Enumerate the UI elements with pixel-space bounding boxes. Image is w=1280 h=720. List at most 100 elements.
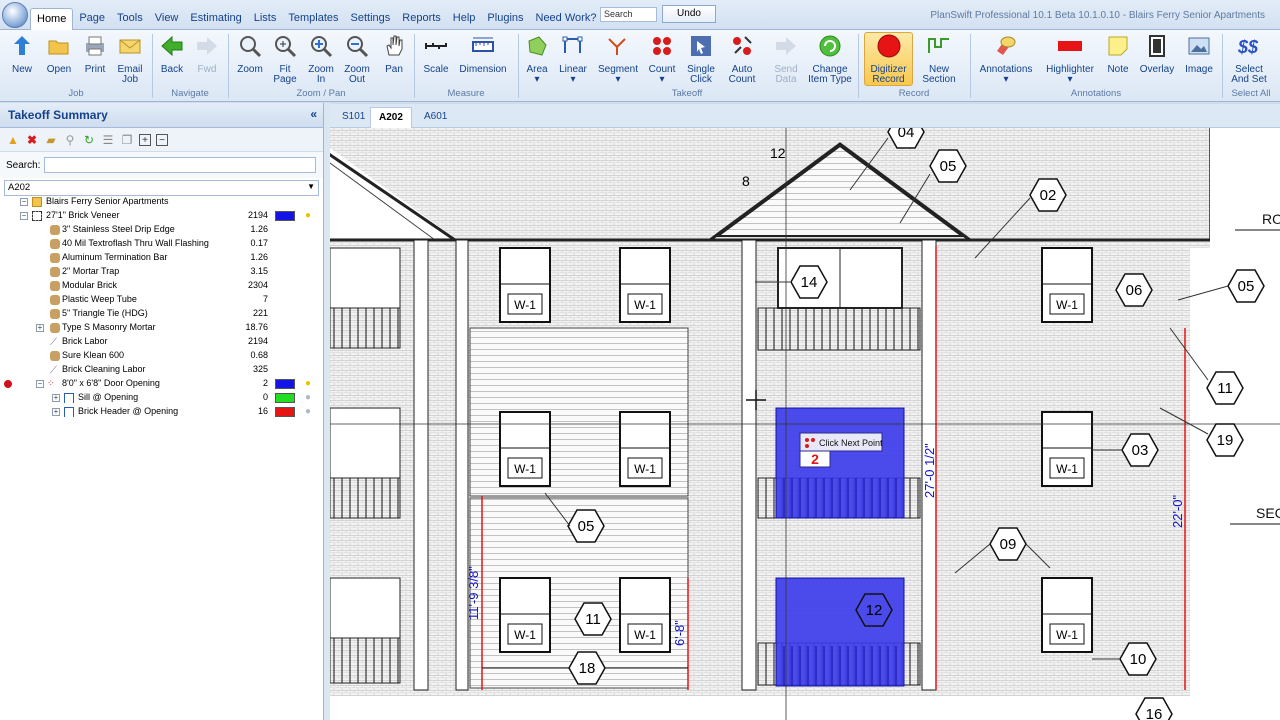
image-button[interactable]: Image xyxy=(1182,33,1216,75)
scale-button[interactable]: Scale xyxy=(418,33,454,75)
email-job-button[interactable]: Email Job xyxy=(113,33,147,85)
color-swatch[interactable] xyxy=(275,407,295,417)
digitizer-record-button[interactable]: Digitizer Record xyxy=(864,32,913,86)
tab-page[interactable]: Page xyxy=(73,8,111,30)
linear-button[interactable]: Linear ▾ xyxy=(556,33,590,85)
list-icon[interactable]: ☰ xyxy=(101,133,115,147)
tree-row-door-opening[interactable]: − ⁘ 8'0" x 6'8" Door Opening 2 ● xyxy=(0,377,324,391)
tree-row-part[interactable]: Modular Brick 2304 xyxy=(0,279,324,293)
send-data-button[interactable]: Send Data xyxy=(768,33,804,85)
forward-button[interactable]: Fwd xyxy=(191,33,223,75)
tab-need-work[interactable]: Need Work? xyxy=(530,8,603,30)
annotations-button[interactable]: Annotations ▾ xyxy=(976,33,1036,85)
page-tab-a202[interactable]: A202 xyxy=(370,107,412,128)
page-tab-a601[interactable]: A601 xyxy=(416,107,455,128)
print-button[interactable]: Print xyxy=(78,33,112,75)
visibility-bulb-icon[interactable]: ● xyxy=(305,378,311,389)
color-swatch[interactable] xyxy=(275,393,295,403)
app-menu-button[interactable] xyxy=(2,2,28,28)
zoom-out-button[interactable]: Zoom Out xyxy=(341,33,373,85)
pin-icon[interactable]: ⚲ xyxy=(63,133,77,147)
panel-search-input[interactable] xyxy=(44,157,316,173)
select-and-set-icon: $$ xyxy=(1237,37,1259,57)
tab-plugins[interactable]: Plugins xyxy=(481,8,529,30)
overlay-button[interactable]: Overlay xyxy=(1138,33,1176,75)
svg-text:05: 05 xyxy=(578,518,595,535)
refresh-icon[interactable]: ↻ xyxy=(82,133,96,147)
collapse-panel-icon[interactable]: « xyxy=(310,107,317,121)
undo-button[interactable]: Undo xyxy=(662,5,716,23)
tab-settings[interactable]: Settings xyxy=(345,8,397,30)
auto-count-icon xyxy=(733,36,752,55)
tree-row-part[interactable]: Plastic Weep Tube 7 xyxy=(0,293,324,307)
tab-lists[interactable]: Lists xyxy=(248,8,283,30)
visibility-bulb-icon[interactable]: ● xyxy=(305,210,311,221)
segment-button[interactable]: Segment ▾ xyxy=(596,33,640,85)
new-item-icon[interactable]: ▲ xyxy=(6,133,20,147)
color-swatch[interactable] xyxy=(275,211,295,221)
expand-icon[interactable]: + xyxy=(52,408,60,416)
back-button[interactable]: Back xyxy=(156,33,188,75)
send-data-icon xyxy=(776,37,796,55)
tree-row-brick-veneer[interactable]: − 27'1" Brick Veneer 2194 ● xyxy=(0,209,324,223)
folder-icon xyxy=(32,197,42,207)
new-section-button[interactable]: New Section xyxy=(918,33,960,85)
tree-row-part[interactable]: 2" Mortar Trap 3.15 xyxy=(0,265,324,279)
svg-text:10: 10 xyxy=(1130,651,1147,668)
tree-row-part[interactable]: Sure Klean 600 0.68 xyxy=(0,349,324,363)
tab-home[interactable]: Home xyxy=(30,8,74,30)
drawing-canvas[interactable]: RO SEC W-1 W-1 W-1 W-1 W-1 W-1 W-1 W-1 W… xyxy=(330,128,1280,720)
callout-text: Click Next Point xyxy=(819,438,883,448)
collapse-all-icon[interactable]: − xyxy=(156,133,168,146)
auto-count-button[interactable]: Auto Count xyxy=(724,33,760,85)
side-label-sec: SEC xyxy=(1256,505,1280,521)
visibility-bulb-icon[interactable]: ● xyxy=(305,406,311,417)
page-dropdown[interactable]: A202 ▼ xyxy=(4,180,319,196)
count-button[interactable]: Count ▾ xyxy=(646,33,678,85)
change-item-type-button[interactable]: Change Item Type xyxy=(808,33,852,85)
zoom-in-button[interactable]: Zoom In xyxy=(305,33,337,85)
new-button[interactable]: New xyxy=(6,33,38,75)
highlighter-button[interactable]: Highlighter ▾ xyxy=(1042,33,1098,85)
copy-icon[interactable]: ❐ xyxy=(120,133,134,147)
expand-icon[interactable]: + xyxy=(36,324,44,332)
tab-estimating[interactable]: Estimating xyxy=(184,8,247,30)
pan-button[interactable]: Pan xyxy=(378,33,410,75)
note-button[interactable]: Note xyxy=(1102,33,1134,75)
tree-row-part[interactable]: 3" Stainless Steel Drip Edge 1.26 xyxy=(0,223,324,237)
zoom-button[interactable]: Zoom xyxy=(233,33,267,75)
delete-icon[interactable]: ✖ xyxy=(25,133,39,147)
tab-view[interactable]: View xyxy=(149,8,185,30)
tab-tools[interactable]: Tools xyxy=(111,8,149,30)
expand-icon[interactable]: − xyxy=(36,380,44,388)
expand-icon[interactable]: − xyxy=(20,212,28,220)
tree-row-sill[interactable]: + Sill @ Opening 0 ● xyxy=(0,391,324,405)
expand-icon[interactable]: + xyxy=(52,394,60,402)
open-button[interactable]: Open xyxy=(42,33,76,75)
page-tab-s101[interactable]: S101 xyxy=(334,107,373,128)
select-and-set-button[interactable]: $$ Select And Set xyxy=(1228,33,1270,85)
color-swatch[interactable] xyxy=(275,379,295,389)
tab-templates[interactable]: Templates xyxy=(282,8,344,30)
tree-row-assembly[interactable]: + Type S Masonry Mortar 18.76 xyxy=(0,321,324,335)
expand-icon[interactable]: − xyxy=(20,198,28,206)
dimension-button[interactable]: Dimension xyxy=(458,33,508,75)
tree-row-part[interactable]: 40 Mil Textroflash Thru Wall Flashing 0.1… xyxy=(0,237,324,251)
tree-row-labor[interactable]: ⟋ Brick Cleaning Labor 325 xyxy=(0,363,324,377)
tab-help[interactable]: Help xyxy=(447,8,482,30)
fit-page-button[interactable]: Fit Page xyxy=(269,33,301,85)
tree-row-project[interactable]: − Blairs Ferry Senior Apartments xyxy=(0,195,324,209)
tree-row-part[interactable]: Aluminum Termination Bar 1.26 xyxy=(0,251,324,265)
single-click-button[interactable]: Single Click xyxy=(684,33,718,85)
search-input[interactable]: Search xyxy=(600,7,657,22)
tree-row-brick-header[interactable]: + Brick Header @ Opening 16 ● xyxy=(0,405,324,419)
expand-all-icon[interactable]: + xyxy=(139,133,151,146)
visibility-bulb-icon[interactable]: ● xyxy=(305,392,311,403)
refresh-icon xyxy=(819,35,841,57)
group-label-takeoff: Takeoff xyxy=(671,88,703,99)
tree-row-part[interactable]: 5" Triangle Tie (HDG) 221 xyxy=(0,307,324,321)
area-button[interactable]: Area ▾ xyxy=(521,33,553,85)
tree-row-labor[interactable]: ⟋ Brick Labor 2194 xyxy=(0,335,324,349)
folder-icon[interactable]: ▰ xyxy=(44,133,58,147)
tab-reports[interactable]: Reports xyxy=(396,8,447,30)
